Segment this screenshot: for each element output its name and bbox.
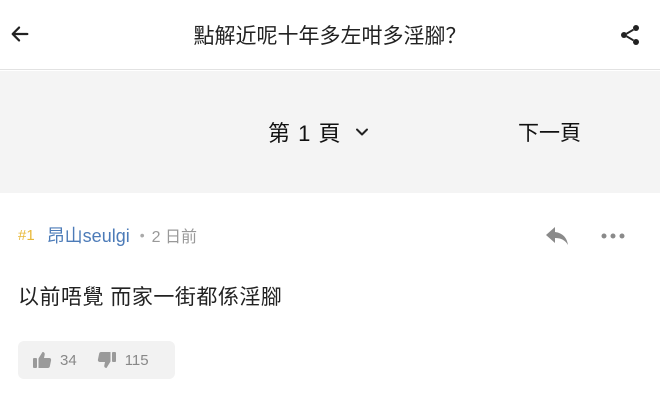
share-button[interactable] bbox=[616, 21, 644, 49]
pagination-bar: 第 1 頁 下一頁 bbox=[0, 71, 660, 193]
post-content: 以前唔覺 而家一街都係淫腳 bbox=[18, 286, 283, 309]
page-select[interactable]: 第 1 頁 bbox=[268, 71, 369, 193]
vote-bar: 34 115 bbox=[18, 341, 175, 379]
thread-title: 點解近呢十年多左咁多淫腳？ bbox=[193, 25, 467, 48]
dislike-count: 115 bbox=[124, 351, 149, 369]
back-button[interactable] bbox=[6, 20, 34, 48]
post-header: #1 昂山seulgi • 2 日前 bbox=[18, 221, 197, 249]
post-item: #1 昂山seulgi • 2 日前 以前唔覺 而家一街都係淫腳 34 115 bbox=[0, 193, 660, 403]
current-page-label: 第 1 頁 bbox=[268, 121, 342, 146]
username-link[interactable]: 昂山seulgi bbox=[47, 222, 130, 248]
reply-button[interactable] bbox=[542, 223, 572, 249]
arrow-left-icon bbox=[11, 26, 29, 42]
more-horizontal-icon bbox=[601, 233, 625, 239]
next-page-link[interactable]: 下一頁 bbox=[518, 71, 581, 193]
thumbs-down-icon bbox=[97, 352, 116, 368]
more-options-button[interactable] bbox=[598, 223, 628, 249]
dislike-button[interactable]: 115 bbox=[97, 351, 149, 369]
like-button[interactable]: 34 bbox=[32, 351, 77, 369]
reply-icon bbox=[546, 227, 568, 245]
post-number: #1 bbox=[18, 226, 35, 244]
post-time: 2 日前 bbox=[151, 229, 197, 246]
separator-dot: • bbox=[139, 227, 145, 243]
thumbs-up-icon bbox=[33, 352, 52, 368]
share-icon bbox=[621, 25, 639, 45]
like-count: 34 bbox=[60, 351, 77, 369]
chevron-down-icon bbox=[355, 125, 369, 139]
top-bar: 點解近呢十年多左咁多淫腳？ bbox=[0, 0, 660, 70]
